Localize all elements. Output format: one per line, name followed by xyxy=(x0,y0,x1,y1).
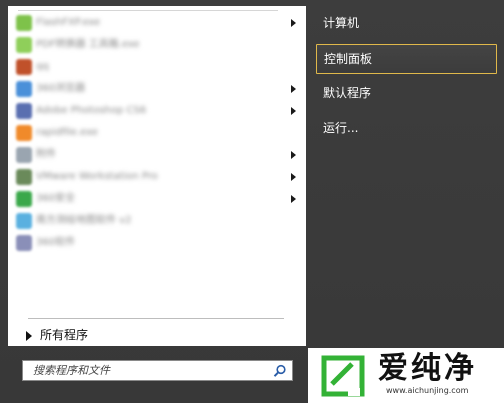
logo-icon xyxy=(321,355,365,397)
chevron-right-icon xyxy=(291,151,296,159)
app-icon xyxy=(16,103,32,119)
logo-text: 爱纯净 xyxy=(378,351,477,386)
program-list: FlashFXP.exe PDF转换器 工具箱.exe qq 360浏览器 Adobe … xyxy=(8,12,306,254)
program-label: 360浏览器 xyxy=(36,83,86,94)
program-label: 360安全 xyxy=(36,193,76,204)
logo-url: www.aichunjing.com xyxy=(386,386,469,395)
default-programs-item[interactable]: 默认程序 xyxy=(316,79,497,109)
program-item[interactable]: PDF转换器 工具箱.exe xyxy=(8,34,306,56)
app-icon xyxy=(16,37,32,53)
program-label: Adobe Photoshop CS6 xyxy=(36,105,147,116)
chevron-right-icon xyxy=(291,195,296,203)
watermark-logo: 爱纯净 www.aichunjing.com xyxy=(308,348,504,403)
chevron-right-icon xyxy=(291,173,296,181)
computer-item[interactable]: 计算机 xyxy=(316,9,497,39)
program-label: FlashFXP.exe xyxy=(36,17,101,28)
app-icon xyxy=(16,213,32,229)
chevron-right-icon xyxy=(291,107,296,115)
chevron-right-icon xyxy=(291,19,296,27)
program-item[interactable]: 南方测绘地图软件 v2 xyxy=(8,210,306,232)
program-item[interactable]: qq xyxy=(8,56,306,78)
program-item[interactable]: 360软件 xyxy=(8,232,306,254)
chevron-right-icon xyxy=(291,85,296,93)
program-label: PDF转换器 工具箱.exe xyxy=(36,39,140,50)
app-icon xyxy=(16,169,32,185)
programs-pane: FlashFXP.exe PDF转换器 工具箱.exe qq 360浏览器 Adobe … xyxy=(8,6,306,346)
app-icon xyxy=(16,15,32,31)
program-item[interactable]: 附件 xyxy=(8,144,306,166)
program-item[interactable]: 360浏览器 xyxy=(8,78,306,100)
search-box[interactable] xyxy=(22,360,293,381)
app-icon xyxy=(16,235,32,251)
program-item[interactable]: FlashFXP.exe xyxy=(8,12,306,34)
program-label: rapidfile.exe xyxy=(36,127,98,138)
app-icon xyxy=(16,191,32,207)
program-label: 附件 xyxy=(36,149,56,160)
divider xyxy=(28,318,284,319)
start-menu: FlashFXP.exe PDF转换器 工具箱.exe qq 360浏览器 Adobe … xyxy=(0,0,504,403)
app-icon xyxy=(16,59,32,75)
run-item[interactable]: 运行... xyxy=(316,114,497,144)
program-item[interactable]: VMware Workstation Pro xyxy=(8,166,306,188)
program-label: 360软件 xyxy=(36,237,76,248)
search-icon[interactable] xyxy=(273,364,287,378)
program-item[interactable]: Adobe Photoshop CS6 xyxy=(8,100,306,122)
app-icon xyxy=(16,147,32,163)
app-icon xyxy=(16,81,32,97)
program-label: VMware Workstation Pro xyxy=(36,171,158,182)
all-programs-button[interactable]: 所有程序 xyxy=(16,324,296,346)
program-item[interactable]: 360安全 xyxy=(8,188,306,210)
program-label: qq xyxy=(36,61,49,72)
triangle-right-icon xyxy=(26,331,32,341)
all-programs-label: 所有程序 xyxy=(40,328,89,342)
program-label: 南方测绘地图软件 v2 xyxy=(36,215,132,226)
search-input[interactable] xyxy=(33,363,263,378)
app-icon xyxy=(16,125,32,141)
control-panel-item[interactable]: 控制面板 xyxy=(316,44,497,74)
divider xyxy=(18,10,278,11)
program-item[interactable]: rapidfile.exe xyxy=(8,122,306,144)
